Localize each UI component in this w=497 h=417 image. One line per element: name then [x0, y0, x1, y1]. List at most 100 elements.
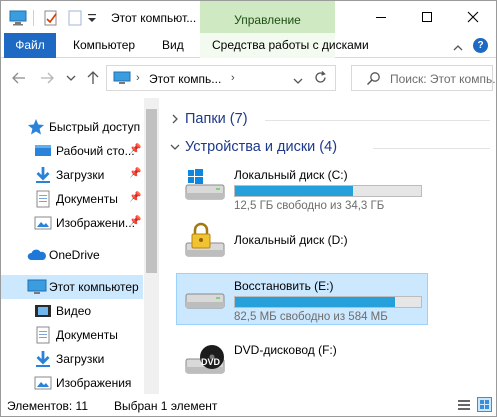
title-bar: Этот компьют... Управление — [1, 1, 496, 33]
drive-usage-bar — [234, 296, 422, 308]
nav-item-pictures[interactable]: Изображени... 📌 — [1, 211, 143, 235]
pin-icon: 📌 — [129, 168, 142, 179]
video-icon — [34, 302, 52, 320]
item-count: Элементов: 11 — [7, 399, 88, 413]
pictures-icon — [34, 374, 52, 392]
nav-item-downloads-pc[interactable]: Загрузки — [1, 347, 143, 371]
details-view-button[interactable] — [457, 398, 471, 415]
chevron-down-icon — [66, 75, 76, 81]
nav-item-pictures-pc[interactable]: Изображения — [1, 371, 143, 395]
navigation-bar: › Этот компь... › Поиск: Этот компь... — [1, 58, 496, 98]
content-pane: Папки (7) Устройства и диски (4) Локальн… — [159, 98, 496, 394]
tab-computer[interactable]: Компьютер — [64, 33, 144, 58]
download-icon — [34, 166, 52, 184]
nav-item-downloads[interactable]: Загрузки 📌 — [1, 163, 143, 187]
drive-free-space: 82,5 МБ свободно из 584 МБ — [234, 311, 388, 323]
search-icon — [366, 71, 381, 89]
nav-item-onedrive[interactable]: OneDrive — [1, 243, 143, 267]
drive-usage-bar — [234, 185, 422, 197]
locked-drive-icon — [182, 221, 226, 261]
nav-item-quick-access[interactable]: Быстрый доступ — [1, 115, 143, 139]
navigation-scrollbar[interactable] — [144, 98, 159, 394]
tab-drive-tools[interactable]: Средства работы с дисками — [203, 33, 378, 58]
up-arrow-icon — [87, 71, 99, 84]
search-placeholder: Поиск: Этот компь... — [390, 72, 497, 86]
nav-item-label: Быстрый доступ — [49, 120, 141, 134]
address-dropdown-button[interactable] — [293, 74, 303, 88]
nav-item-label: Документы — [56, 328, 118, 342]
nav-item-desktop[interactable]: Рабочий сто... 📌 — [1, 139, 143, 163]
drive-free-space: 12,5 ГБ свободно из 34,3 ГБ — [234, 200, 385, 212]
desktop-icon — [34, 142, 52, 160]
search-input[interactable]: Поиск: Этот компь... — [351, 65, 496, 91]
documents-icon — [34, 190, 52, 208]
star-icon — [27, 118, 45, 136]
nav-item-label: OneDrive — [49, 248, 100, 262]
chevron-down-icon — [293, 78, 303, 84]
properties-icon[interactable] — [43, 10, 59, 26]
up-button[interactable] — [85, 70, 101, 86]
address-bar[interactable]: › Этот компь... › — [106, 65, 336, 91]
download-icon — [34, 350, 52, 368]
computer-icon[interactable] — [9, 10, 27, 26]
nav-item-label: Рабочий сто... — [56, 144, 135, 158]
computer-icon — [27, 278, 47, 296]
drive-usage-fill — [235, 186, 354, 196]
close-button[interactable] — [450, 1, 496, 33]
chevron-right-icon — [172, 114, 178, 124]
nav-item-label: Изображения — [56, 376, 132, 390]
minimize-button[interactable] — [358, 1, 404, 33]
scrollbar-thumb[interactable] — [146, 109, 157, 273]
windows-drive-icon — [182, 167, 226, 207]
drive-usage-fill — [235, 297, 395, 307]
group-folders[interactable]: Папки (7) — [159, 110, 490, 130]
back-button[interactable] — [11, 70, 27, 86]
large-icons-view-button[interactable] — [477, 397, 492, 415]
close-icon — [467, 11, 479, 23]
ribbon-expand-icon[interactable] — [453, 41, 463, 55]
nav-item-documents[interactable]: Документы 📌 — [1, 187, 143, 211]
help-icon[interactable]: ? — [473, 38, 488, 53]
window-title: Этот компьют... — [111, 11, 197, 25]
breadcrumb[interactable]: Этот компь... — [149, 72, 221, 86]
nav-item-label: Изображени... — [56, 216, 135, 230]
pictures-icon — [34, 214, 52, 232]
context-tab-header: Управление — [200, 1, 335, 33]
ribbon-tabs: Файл Компьютер Вид Средства работы с дис… — [1, 33, 496, 58]
group-title: Устройства и диски (4) — [185, 139, 338, 155]
drive-icon — [182, 278, 226, 318]
recent-locations-button[interactable] — [63, 70, 79, 86]
nav-item-this-pc[interactable]: Этот компьютер — [1, 275, 143, 299]
nav-item-label: Документы — [56, 192, 118, 206]
selection-count: Выбран 1 элемент — [114, 399, 218, 413]
drive-item-e[interactable]: Восстановить (E:) 82,5 МБ свободно из 58… — [176, 273, 428, 325]
forward-arrow-icon — [41, 72, 54, 84]
documents-icon — [34, 326, 52, 344]
nav-item-videos[interactable]: Видео — [1, 299, 143, 323]
maximize-button[interactable] — [404, 1, 450, 33]
nav-item-documents-pc[interactable]: Документы — [1, 323, 143, 347]
nav-item-label: Видео — [56, 304, 92, 318]
breadcrumb-separator-icon: › — [136, 72, 140, 84]
forward-button[interactable] — [39, 70, 55, 86]
drive-name: DVD-дисковод (F:) — [234, 343, 337, 357]
drive-name: Локальный диск (C:) — [234, 168, 348, 182]
nav-item-label: Загрузки — [56, 168, 105, 182]
drive-item-d[interactable]: Локальный диск (D:) — [176, 216, 428, 268]
large-icons-view-icon — [477, 397, 492, 412]
tab-view[interactable]: Вид — [153, 33, 193, 58]
group-divider — [373, 148, 490, 149]
navigation-pane: Быстрый доступ Рабочий сто... 📌 Загрузки… — [1, 98, 159, 394]
new-folder-icon[interactable] — [67, 10, 83, 26]
refresh-icon — [315, 71, 326, 83]
tab-file[interactable]: Файл — [4, 33, 56, 58]
customize-toolbar-icon[interactable] — [87, 13, 97, 29]
nav-item-label: Загрузки — [56, 352, 105, 366]
toolbar-divider — [33, 10, 34, 26]
cloud-icon — [27, 246, 46, 264]
dvd-badge: DVD — [201, 357, 221, 367]
drive-item-f[interactable]: DVD DVD-дисковод (F:) — [176, 334, 428, 386]
drive-item-c[interactable]: Локальный диск (C:) 12,5 ГБ свободно из … — [176, 162, 428, 214]
refresh-button[interactable] — [313, 70, 328, 88]
group-devices[interactable]: Устройства и диски (4) — [159, 138, 490, 158]
